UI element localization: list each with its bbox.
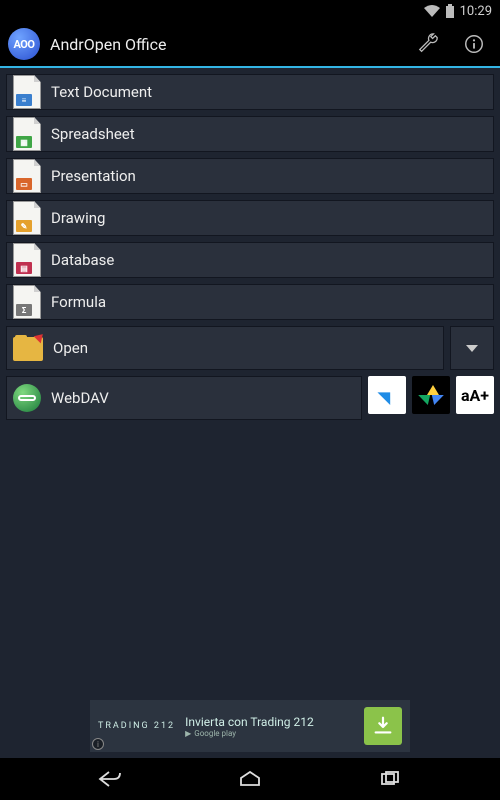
- nav-recent-button[interactable]: [360, 764, 420, 794]
- font-size-button[interactable]: aA+: [456, 376, 494, 414]
- menu-item-label: Presentation: [51, 167, 136, 185]
- status-bar: 10:29: [0, 0, 500, 22]
- back-icon: [97, 769, 123, 789]
- ad-brand: TRADING 212: [98, 721, 175, 731]
- ad-banner[interactable]: TRADING 212 Invierta con Trading 212 ▶Go…: [90, 700, 410, 752]
- wrench-icon: [417, 33, 439, 55]
- menu-item-label: Drawing: [51, 209, 105, 227]
- recent-apps-icon: [377, 769, 403, 789]
- impress-icon: ▭: [13, 159, 41, 193]
- home-icon: [237, 769, 263, 789]
- menu-item-label: Database: [51, 251, 114, 269]
- dropbox-button[interactable]: [368, 376, 406, 414]
- ad-copy: Invierta con Trading 212 ▶Google play: [185, 715, 354, 738]
- menu-item-database[interactable]: ▤ Database: [6, 242, 494, 278]
- ad-download-button[interactable]: [364, 707, 402, 745]
- menu-item-text-document[interactable]: ≡ Text Document: [6, 74, 494, 110]
- menu-item-webdav[interactable]: WebDAV: [6, 376, 362, 420]
- settings-button[interactable]: [410, 26, 446, 62]
- download-icon: [372, 715, 394, 737]
- main-menu: ≡ Text Document ▦ Spreadsheet ▭ Presenta…: [0, 68, 500, 420]
- dropbox-icon: [377, 385, 396, 404]
- nav-home-button[interactable]: [220, 764, 280, 794]
- content-area: TRADING 212 Invierta con Trading 212 ▶Go…: [0, 420, 500, 758]
- folder-open-icon: [13, 335, 43, 361]
- menu-item-label: Formula: [51, 293, 106, 311]
- wifi-icon: [424, 5, 440, 17]
- calc-icon: ▦: [13, 117, 41, 151]
- menu-item-presentation[interactable]: ▭ Presentation: [6, 158, 494, 194]
- math-icon: Σ: [13, 285, 41, 319]
- app-bar: AOO AndrOpen Office: [0, 22, 500, 68]
- webdav-icon: [13, 384, 41, 412]
- menu-item-drawing[interactable]: ✎ Drawing: [6, 200, 494, 236]
- draw-icon: ✎: [13, 201, 41, 235]
- status-time: 10:29: [460, 4, 492, 19]
- info-icon: [463, 33, 485, 55]
- app-logo: AOO: [8, 28, 40, 60]
- battery-icon: [446, 4, 454, 18]
- app-title: AndrOpen Office: [50, 35, 400, 54]
- menu-item-open[interactable]: Open: [6, 326, 444, 370]
- font-size-label: aA+: [461, 386, 489, 405]
- android-nav-bar: [0, 758, 500, 800]
- nav-back-button[interactable]: [80, 764, 140, 794]
- ad-info-icon[interactable]: i: [92, 738, 104, 750]
- menu-item-spreadsheet[interactable]: ▦ Spreadsheet: [6, 116, 494, 152]
- google-drive-button[interactable]: [412, 376, 450, 414]
- menu-item-label: Open: [53, 339, 88, 357]
- chevron-down-icon: [466, 345, 478, 352]
- menu-item-label: Spreadsheet: [51, 125, 135, 143]
- open-dropdown-button[interactable]: [450, 326, 494, 370]
- info-button[interactable]: [456, 26, 492, 62]
- menu-item-formula[interactable]: Σ Formula: [6, 284, 494, 320]
- base-icon: ▤: [13, 243, 41, 277]
- play-icon: ▶: [185, 729, 191, 738]
- menu-item-label: Text Document: [51, 83, 152, 101]
- menu-item-label: WebDAV: [51, 389, 109, 407]
- google-drive-icon: [420, 385, 442, 405]
- writer-icon: ≡: [13, 75, 41, 109]
